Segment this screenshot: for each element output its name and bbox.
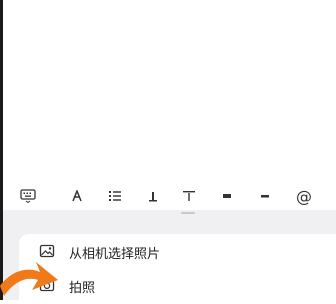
mention-icon[interactable]: @	[293, 186, 315, 206]
more-icon[interactable]	[255, 186, 275, 206]
divider-icon[interactable]	[179, 186, 199, 206]
align-left-icon[interactable]	[143, 186, 163, 206]
mention-label: @	[296, 186, 312, 206]
choose-photo-option[interactable]: 从相机选择照片	[19, 234, 336, 268]
sheet-drag-handle[interactable]	[181, 212, 195, 214]
image-icon[interactable]	[217, 186, 237, 206]
media-options-card: 从相机选择照片 拍照	[19, 234, 336, 304]
choose-photo-label: 从相机选择照片	[69, 247, 161, 262]
note-editor-area[interactable]	[3, 0, 336, 182]
take-photo-label: 拍照	[69, 281, 96, 296]
keyboard-icon[interactable]	[17, 186, 39, 206]
text-style-icon[interactable]	[67, 186, 87, 206]
list-icon[interactable]	[105, 186, 125, 206]
formatting-toolbar: @	[3, 182, 336, 210]
annotation-arrow	[0, 262, 58, 296]
take-photo-option[interactable]: 拍照	[19, 268, 336, 302]
